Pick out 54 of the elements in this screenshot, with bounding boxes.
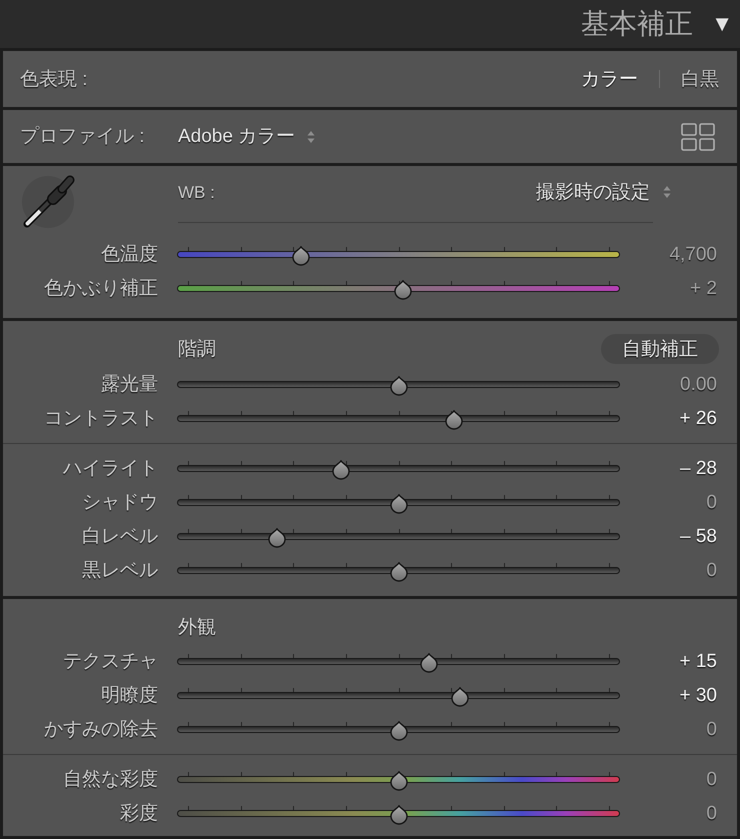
profile-label: プロファイル : <box>20 127 146 146</box>
profile-dropdown[interactable]: Adobe カラー <box>178 127 316 146</box>
slider-thumb[interactable] <box>390 376 408 396</box>
slider-value: 0 <box>705 770 718 788</box>
slider-thumb[interactable] <box>332 460 350 480</box>
auto-button[interactable]: 自動補正 <box>601 334 719 364</box>
up-down-arrows-icon <box>663 185 671 199</box>
slider-label: コントラスト <box>43 408 158 428</box>
slider-value: – 58 <box>679 526 718 546</box>
slider-thumb[interactable] <box>390 721 408 741</box>
slider-value: + 30 <box>678 686 718 704</box>
slider-thumb[interactable] <box>268 528 286 548</box>
slider-label: 彩度 <box>119 804 158 822</box>
slider-value: 0 <box>705 720 718 738</box>
slider-thumb[interactable] <box>390 562 408 582</box>
treatment-label: 色表現 : <box>20 70 88 88</box>
slider-value: + 15 <box>678 652 718 670</box>
slider-thumb[interactable] <box>444 410 463 430</box>
slider-label: 自然な彩度 <box>62 770 158 788</box>
slider-label: シャドウ <box>81 492 158 512</box>
slider-thumb[interactable] <box>394 280 412 300</box>
slider-value: 4,700 <box>668 244 718 264</box>
slider-value: 0 <box>705 560 718 580</box>
slider-thumb[interactable] <box>390 771 408 791</box>
slider-thumb[interactable] <box>292 246 310 266</box>
panel-title: 基本補正 <box>581 10 694 38</box>
slider-thumb[interactable] <box>420 653 438 673</box>
slider-value: 0.00 <box>679 374 718 394</box>
grid-view-icon[interactable] <box>681 122 715 150</box>
slider-thumb[interactable] <box>390 805 408 825</box>
slider-label: テクスチャ <box>62 652 158 670</box>
wb-dropdown[interactable]: 撮影時の設定 <box>536 182 671 202</box>
slider-label: 白レベル <box>81 526 158 546</box>
slider-label: ハイライト <box>62 458 158 478</box>
collapse-toggle[interactable]: ▼ <box>711 13 733 35</box>
treatment-option[interactable]: カラー <box>581 70 638 88</box>
slider-thumb[interactable] <box>451 687 470 707</box>
section-heading: 階調 <box>178 340 216 358</box>
slider-label: 明瞭度 <box>100 686 158 704</box>
slider-value: + 2 <box>689 278 718 298</box>
slider-thumb[interactable] <box>390 494 408 514</box>
up-down-arrows-icon <box>307 130 316 144</box>
slider-value: – 28 <box>679 458 718 478</box>
wb-label: WB : <box>178 184 215 200</box>
treatment-option[interactable]: 白黒 <box>681 70 719 88</box>
section-heading: 外観 <box>178 618 216 636</box>
slider-label: 色温度 <box>100 244 158 264</box>
slider-value: + 26 <box>678 408 718 428</box>
slider-value: 0 <box>705 804 718 822</box>
slider-label: 黒レベル <box>81 560 158 580</box>
slider-label: 色かぶり補正 <box>43 278 158 298</box>
slider-label: かすみの除去 <box>43 720 158 738</box>
slider-value: 0 <box>705 492 718 512</box>
slider-label: 露光量 <box>100 374 158 394</box>
